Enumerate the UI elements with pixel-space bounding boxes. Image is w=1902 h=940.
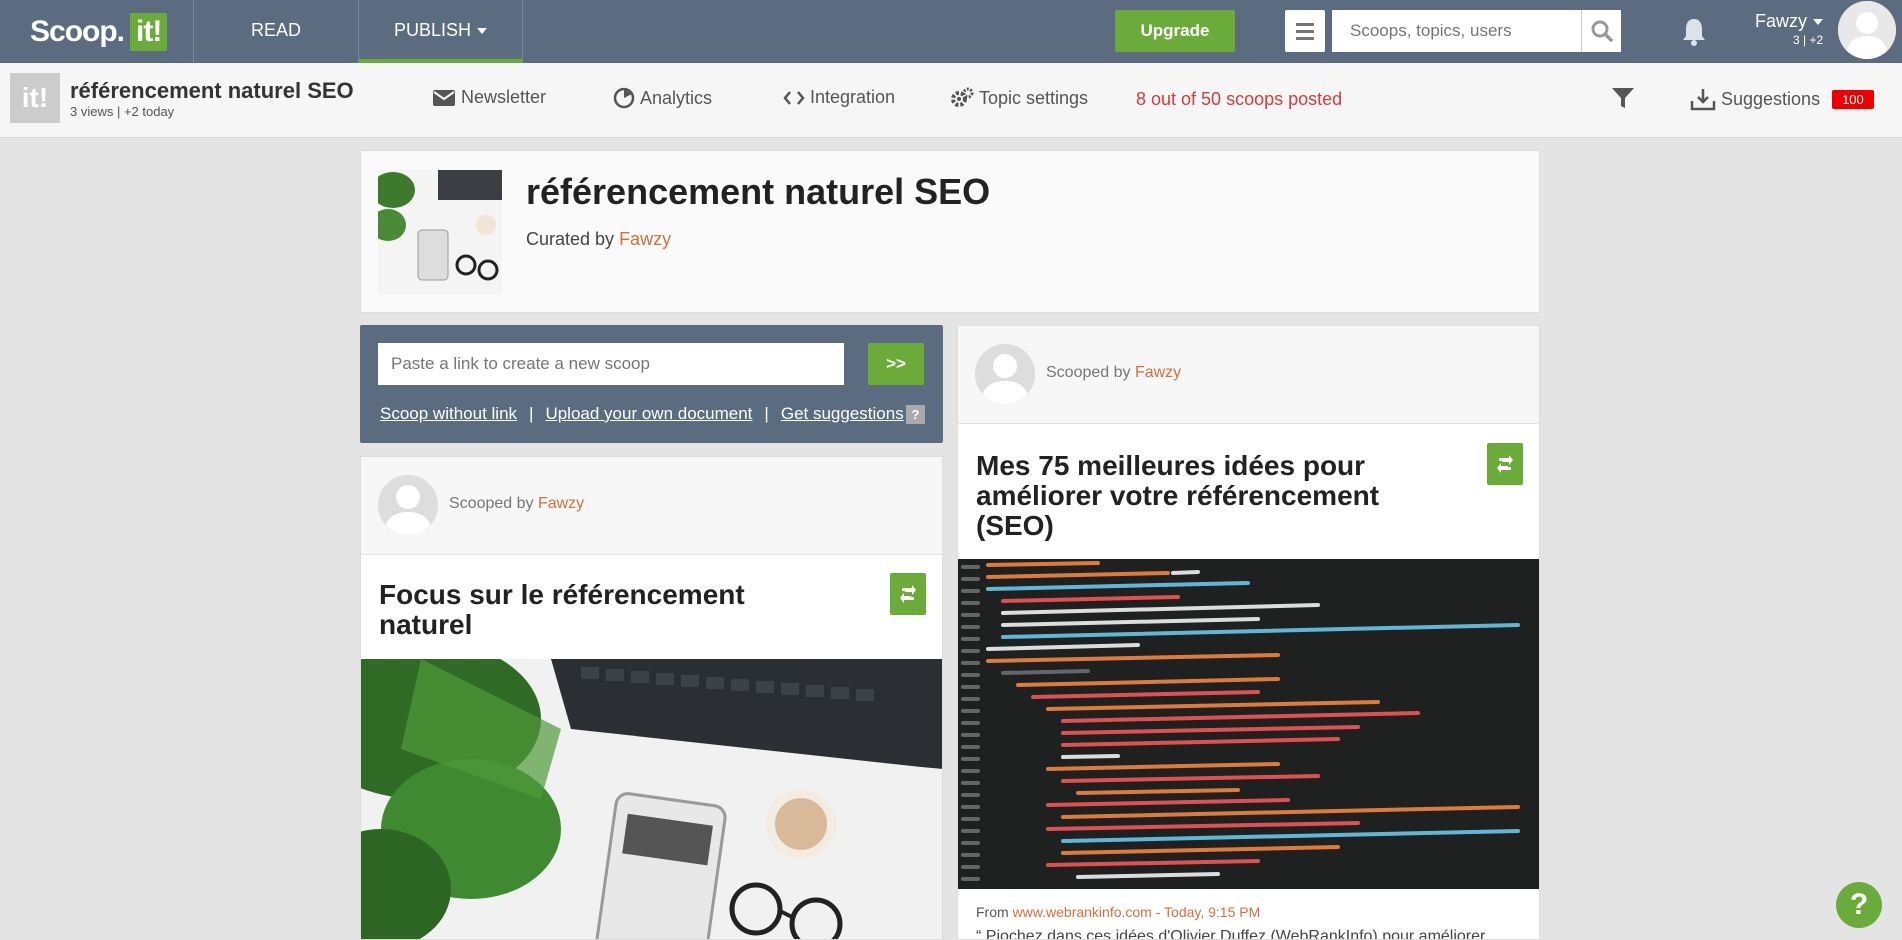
- nav-publish-label: PUBLISH: [393, 20, 472, 40]
- post-title[interactable]: Mes 75 meilleures idées pour améliorer v…: [976, 451, 1379, 541]
- top-navigation-bar: Scoop. it! READ PUBLISH Upgrade Fawzy 3 …: [0, 0, 1902, 63]
- scooped-prefix: Scooped by: [1046, 364, 1135, 381]
- post-title-line: améliorer votre référencement: [976, 480, 1380, 511]
- avatar[interactable]: [975, 344, 1035, 404]
- create-scoop-button[interactable]: >>: [868, 343, 924, 385]
- scooped-by: Scooped by Fawzy: [449, 495, 584, 513]
- scoops-posted-count: 8 out of 50 scoops posted: [1136, 89, 1343, 109]
- post-title-line: (SEO): [976, 510, 1054, 541]
- create-scoop-links: Scoop without link | Upload your own doc…: [380, 404, 904, 424]
- user-stats: 3 | +2: [1793, 33, 1824, 47]
- nav-divider: [522, 0, 523, 63]
- scoop-link-input[interactable]: [378, 343, 844, 385]
- topic-toolbar-title[interactable]: référencement naturel SEO: [70, 78, 354, 104]
- logo-text: Scoop.: [30, 15, 125, 48]
- post-image[interactable]: [958, 559, 1539, 889]
- scooped-prefix: Scooped by: [449, 495, 538, 512]
- menu-icon[interactable]: [1285, 10, 1325, 52]
- integration-link[interactable]: Integration: [783, 87, 895, 108]
- user-name: Fawzy: [1755, 11, 1808, 31]
- rescoop-button[interactable]: [890, 573, 926, 615]
- suggestions-link[interactable]: Suggestions 100: [1690, 87, 1874, 111]
- nav-publish[interactable]: PUBLISH: [359, 0, 522, 63]
- chevron-down-icon: [477, 28, 488, 35]
- newsletter-link[interactable]: Newsletter: [432, 87, 546, 108]
- link-separator: |: [529, 404, 534, 423]
- user-silhouette-icon: [975, 344, 1035, 404]
- search-button[interactable]: [1581, 10, 1621, 52]
- page-title: référencement naturel SEO: [526, 171, 991, 212]
- search-icon: [1591, 20, 1613, 42]
- logo-box: it!: [130, 13, 168, 51]
- nav-read[interactable]: READ: [194, 0, 358, 63]
- get-suggestions-link[interactable]: Get suggestions: [781, 404, 904, 424]
- envelope-icon: [433, 89, 455, 106]
- post-snippet: “ Piochez dans ces idées d'Olivier Duffe…: [976, 928, 1486, 940]
- topic-logo: it!: [10, 73, 60, 123]
- post-date: - Today, 9:15 PM: [1151, 904, 1261, 920]
- topic-stats: 3 views | +2 today: [70, 104, 175, 119]
- rescoop-icon: [1497, 455, 1513, 473]
- post-source: From www.webrankinfo.com - Today, 9:15 P…: [976, 904, 1260, 920]
- inbox-download-icon: [1690, 89, 1716, 111]
- code-icon: [783, 90, 805, 105]
- integration-label: Integration: [810, 87, 896, 107]
- author-link[interactable]: Fawzy: [538, 495, 584, 512]
- newsletter-label: Newsletter: [461, 87, 547, 107]
- author-link[interactable]: Fawzy: [1135, 364, 1181, 381]
- user-silhouette-icon: [378, 475, 438, 535]
- user-silhouette-icon: [1838, 1, 1896, 59]
- source-link[interactable]: www.webrankinfo.com: [1013, 904, 1152, 920]
- create-scoop-panel: >> Scoop without link | Upload your own …: [360, 325, 943, 443]
- post-title-line: Focus sur le référencement: [379, 579, 745, 610]
- curated-prefix: Curated by: [526, 229, 620, 249]
- filter-icon[interactable]: [1610, 85, 1636, 111]
- help-bubble-button[interactable]: ?: [1836, 882, 1882, 928]
- avatar[interactable]: [1838, 1, 1896, 59]
- topic-settings-link[interactable]: Topic settings: [950, 87, 1088, 109]
- curated-by: Curated by Fawzy: [526, 229, 671, 250]
- topic-header: référencement naturel SEO Curated by Faw…: [360, 150, 1540, 313]
- from-prefix: From: [976, 904, 1013, 920]
- suggestions-label: Suggestions: [1721, 88, 1821, 109]
- topic-toolbar: it! référencement naturel SEO 3 views | …: [0, 63, 1902, 138]
- help-icon[interactable]: ?: [906, 405, 925, 424]
- scoopit-logo[interactable]: Scoop. it!: [30, 12, 168, 52]
- user-menu[interactable]: Fawzy: [1755, 11, 1824, 32]
- avatar[interactable]: [378, 475, 438, 535]
- pie-chart-icon: [613, 87, 635, 109]
- scoop-without-link[interactable]: Scoop without link: [380, 404, 517, 424]
- post-header: Scooped by Fawzy: [958, 326, 1539, 424]
- topic-cover-image: [378, 170, 502, 294]
- curator-link[interactable]: Fawzy: [619, 229, 671, 249]
- rescoop-button[interactable]: [1487, 443, 1523, 485]
- upgrade-button[interactable]: Upgrade: [1115, 10, 1235, 52]
- scooped-by: Scooped by Fawzy: [1046, 364, 1181, 382]
- bell-icon[interactable]: [1680, 16, 1708, 46]
- topic-settings-label: Topic settings: [979, 87, 1089, 108]
- scoop-post: Scooped by Fawzy Mes 75 meilleures idées…: [957, 325, 1540, 940]
- link-separator: |: [764, 404, 769, 423]
- analytics-link[interactable]: Analytics: [613, 87, 712, 109]
- chevron-down-icon: [1813, 19, 1824, 26]
- post-title[interactable]: Focus sur le référencement naturel: [379, 580, 745, 640]
- upload-document-link[interactable]: Upload your own document: [545, 404, 752, 424]
- post-header: Scooped by Fawzy: [361, 457, 942, 555]
- search-input[interactable]: [1332, 10, 1581, 52]
- analytics-label: Analytics: [640, 87, 713, 108]
- post-title-line: naturel: [379, 609, 473, 640]
- suggestions-count-badge: 100: [1832, 89, 1874, 109]
- scoop-post: Scooped by Fawzy Focus sur le référencem…: [360, 456, 943, 940]
- post-image[interactable]: [361, 659, 942, 939]
- gear-icon: [951, 87, 974, 107]
- rescoop-icon: [900, 585, 916, 603]
- post-title-line: Mes 75 meilleures idées pour: [976, 450, 1366, 481]
